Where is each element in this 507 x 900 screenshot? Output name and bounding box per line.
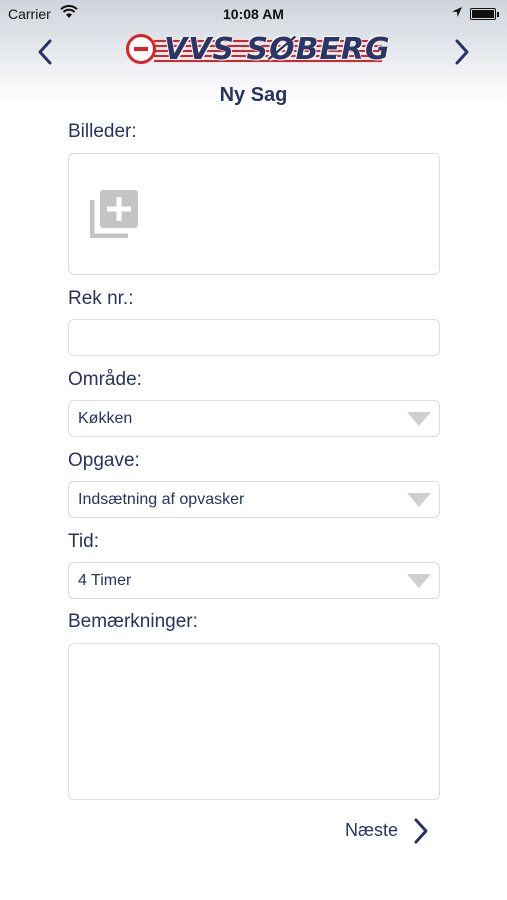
page-title: Ny Sag <box>219 84 288 106</box>
tid-select[interactable]: 4 Timer <box>68 562 440 599</box>
tid-label: Tid: <box>68 531 99 552</box>
logo: VVS SØBERG <box>124 30 390 72</box>
opgave-select[interactable]: Indsætning af opvasker <box>68 481 440 518</box>
status-bar: Carrier 10:08 AM <box>0 0 507 30</box>
location-arrow-icon <box>452 7 462 17</box>
add-photo-icon[interactable] <box>90 188 140 238</box>
logo-emblem <box>126 34 156 64</box>
omraade-value: Køkken <box>78 410 133 427</box>
header: Carrier 10:08 AM VVS SØBERG Ny Sag <box>0 0 507 108</box>
tid-value: 4 Timer <box>78 572 132 589</box>
opgave-label: Opgave: <box>68 450 140 471</box>
battery-icon <box>470 8 499 20</box>
bemaerkninger-textarea[interactable] <box>68 643 440 800</box>
triangle-down-icon <box>407 493 431 507</box>
triangle-down-icon <box>407 412 431 426</box>
clock: 10:08 AM <box>223 6 284 22</box>
chevron-left-icon[interactable] <box>35 38 55 66</box>
next-label: Næste <box>345 820 399 840</box>
images-box <box>68 153 440 275</box>
logo-text: VVS SØBERG <box>164 32 391 67</box>
opgave-value: Indsætning af opvasker <box>78 491 245 508</box>
rek-label: Rek nr.: <box>68 288 134 309</box>
chevron-right-icon[interactable] <box>452 38 472 66</box>
chevron-right-icon <box>414 818 428 844</box>
rek-nr-input[interactable] <box>68 319 440 356</box>
omraade-label: Område: <box>68 369 142 390</box>
omraade-select[interactable]: Køkken <box>68 400 440 437</box>
bemaerk-label: Bemærkninger: <box>68 611 198 632</box>
billeder-label: Billeder: <box>68 121 137 142</box>
triangle-down-icon <box>407 574 431 588</box>
